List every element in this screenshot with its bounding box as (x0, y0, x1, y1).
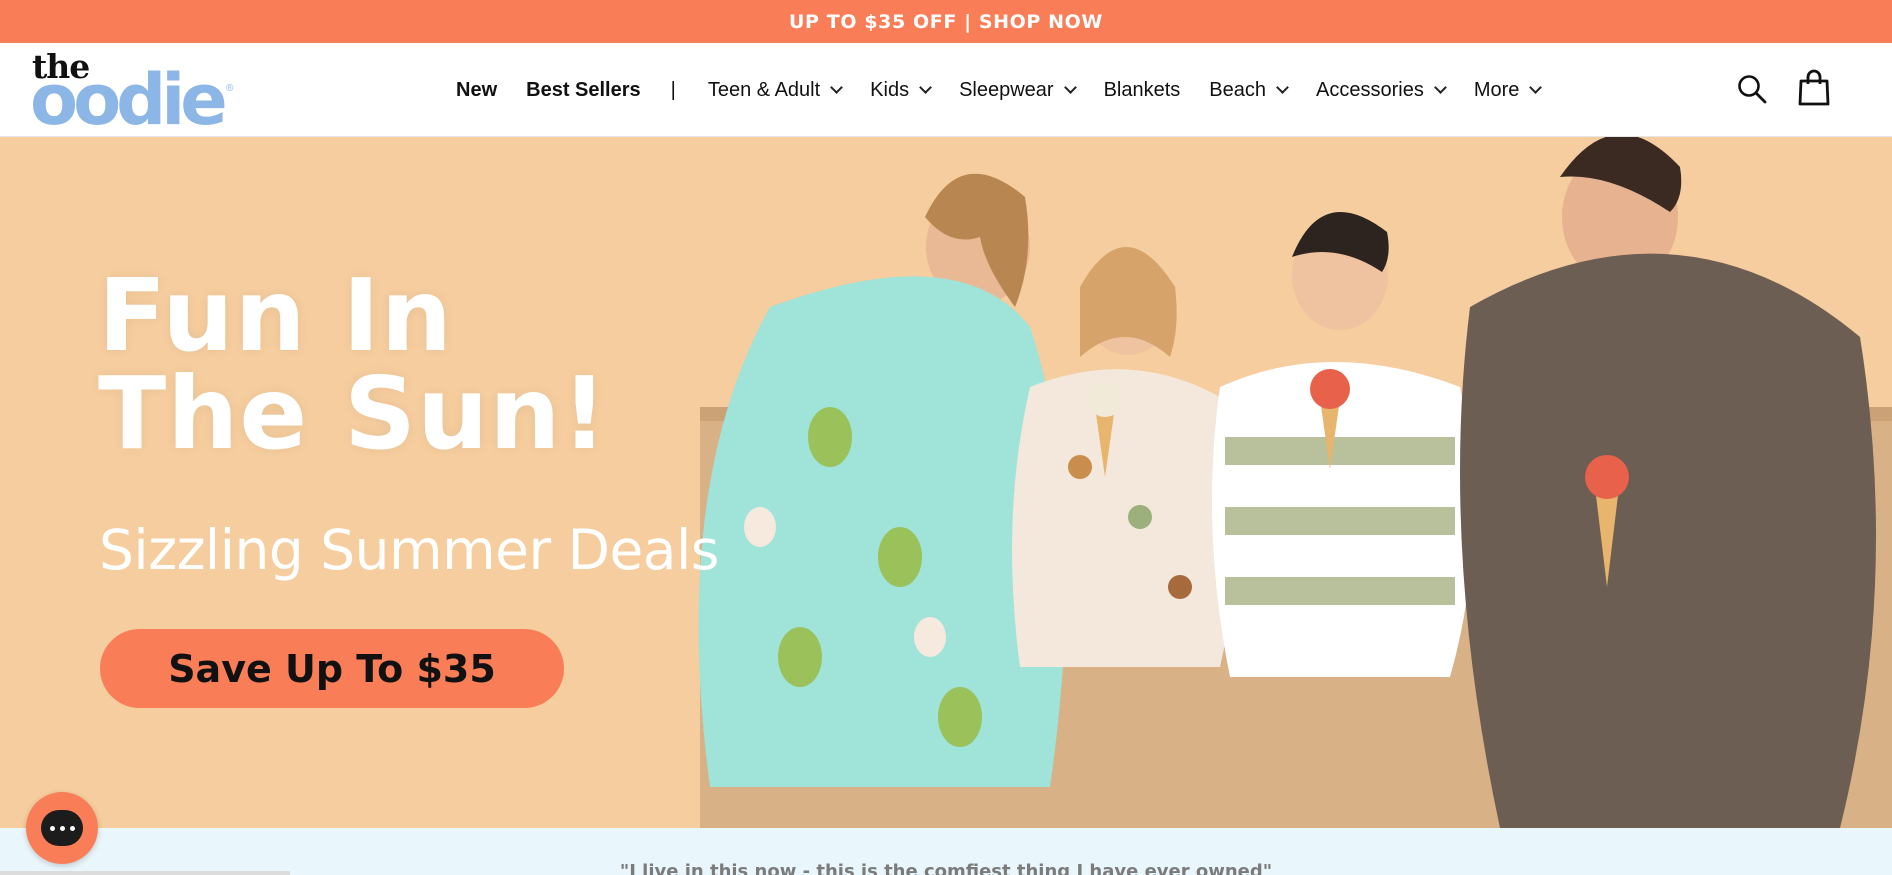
announcement-bar: UP TO $35 OFF | SHOP NOW (0, 0, 1892, 43)
nav-item-new[interactable]: New (456, 79, 497, 102)
nav-item-sleepwear[interactable]: Sleepwear (959, 78, 1077, 102)
nav-separator: | (670, 78, 676, 101)
nav-item-label: Blankets (1103, 78, 1181, 101)
logo[interactable]: the oodie ® (30, 47, 234, 141)
nav-item-label: Accessories (1316, 78, 1424, 101)
nav-item-teen-adult[interactable]: Teen & Adult (707, 78, 844, 102)
nav-item-beach[interactable]: Beach (1209, 78, 1289, 102)
chat-icon (41, 810, 83, 846)
main-nav: New Best Sellers | Teen & Adult Kids Sle… (456, 43, 1569, 137)
nav-item-label: More (1473, 78, 1520, 101)
nav-item-label: Best Sellers (526, 78, 641, 101)
search-icon (1738, 75, 1767, 104)
hero-banner[interactable]: Fun In The Sun! Sizzling Summer Deals Sa… (0, 137, 1892, 828)
nav-item-more[interactable]: More (1473, 78, 1543, 102)
hero-photo (0, 137, 1892, 828)
logo-brand: oodie (30, 59, 228, 141)
chevron-down-icon (1276, 81, 1289, 94)
hero-subtitle: Sizzling Summer Deals (99, 518, 719, 582)
divider (0, 871, 290, 875)
chevron-down-icon (1433, 81, 1447, 94)
save-up-to-button[interactable]: Save Up To $35 (100, 629, 564, 708)
announcement-link[interactable]: UP TO $35 OFF | SHOP NOW (789, 11, 1103, 33)
chat-button[interactable] (26, 792, 98, 864)
cart-button[interactable] (1797, 69, 1831, 107)
nav-item-label: Beach (1209, 78, 1267, 101)
chevron-down-icon (1063, 81, 1077, 94)
chevron-down-icon (919, 81, 932, 94)
hero-title: Fun In The Sun! (98, 257, 738, 472)
nav-item-accessories[interactable]: Accessories (1316, 78, 1447, 102)
nav-item-best-sellers[interactable]: Best Sellers (526, 79, 641, 102)
review-strip: "I live in this now - this is the comfie… (0, 828, 1892, 875)
hero-title-line: Fun In (98, 257, 453, 374)
nav-item-label: Teen & Adult (707, 78, 821, 101)
shopping-bag-icon (1798, 69, 1830, 106)
nav-item-label: Sleepwear (959, 78, 1054, 101)
nav-item-label: New (456, 78, 498, 101)
nav-item-blankets[interactable]: Blankets (1104, 79, 1181, 102)
logo-registered-mark: ® (226, 83, 234, 94)
nav-item-label: Kids (870, 78, 910, 101)
chevron-down-icon (830, 81, 844, 94)
nav-item-kids[interactable]: Kids (870, 78, 932, 102)
chevron-down-icon (1529, 81, 1543, 94)
hero-title-line: The Sun! (98, 355, 609, 472)
search-button[interactable] (1736, 73, 1768, 105)
site-header: the oodie ® New Best Sellers | Teen & Ad… (0, 43, 1892, 137)
